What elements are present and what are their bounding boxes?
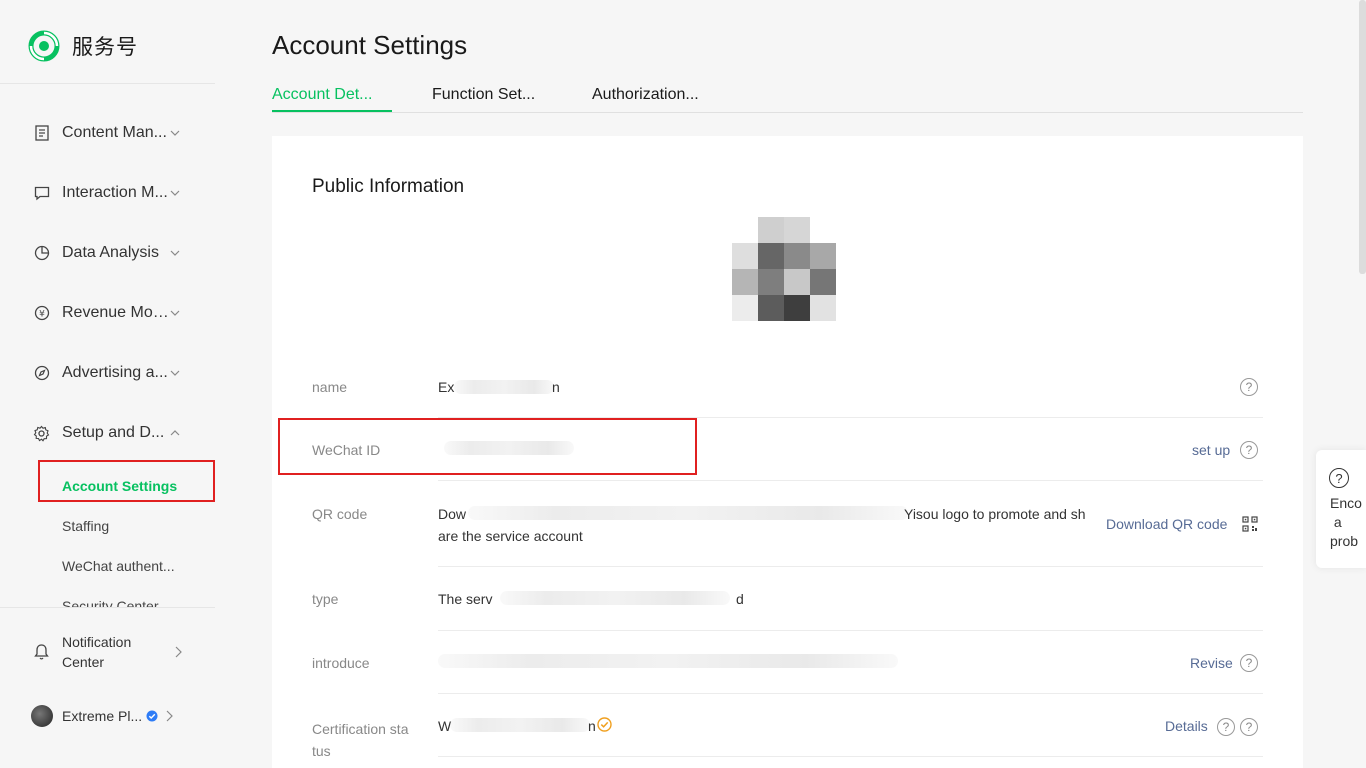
help-icon[interactable]: ? — [1240, 718, 1258, 736]
floating-help-text: Enco a prob — [1330, 495, 1362, 549]
tab-function-settings[interactable]: Function Set... — [432, 86, 535, 104]
certification-label-line2: tus — [312, 743, 331, 759]
bell-icon — [34, 644, 49, 660]
sidebar-subitem-wechat-authentication[interactable]: WeChat authent... — [62, 558, 175, 574]
sidebar-item-label: Interaction M... — [62, 184, 168, 201]
help-icon[interactable]: ? — [1240, 654, 1258, 672]
sidebar-item-interaction-management[interactable]: Interaction M... — [33, 181, 193, 205]
sidebar-item-revenue-monetization[interactable]: ¥ Revenue Mon... — [33, 301, 193, 325]
chevron-down-icon — [170, 250, 180, 256]
chevron-down-icon — [170, 190, 180, 196]
name-value-start: Ex — [438, 379, 455, 395]
qr-code-value-mid: Yisou logo to promote and sh — [904, 506, 1086, 522]
redacted-text — [500, 591, 730, 605]
qr-code-value-line2: are the service account — [438, 528, 583, 544]
svg-text:¥: ¥ — [39, 310, 45, 320]
notification-label-line2: Center — [62, 654, 105, 670]
set-up-link[interactable]: set up — [1192, 442, 1230, 458]
tab-account-details[interactable]: Account Det... — [272, 86, 373, 104]
verified-badge-icon — [146, 710, 158, 722]
divider — [438, 693, 1263, 694]
notification-label-line1: Notification — [62, 634, 132, 650]
name-value-end: n — [552, 379, 560, 395]
scrollbar[interactable] — [1359, 0, 1366, 274]
qr-code-label: QR code — [312, 506, 368, 522]
certification-label-line1: Certification sta — [312, 721, 409, 737]
brand-name: 服务号 — [72, 36, 138, 59]
account-avatar-image[interactable] — [732, 217, 836, 322]
compass-icon — [33, 365, 50, 382]
sidebar-item-setup[interactable]: Setup and D... — [33, 421, 193, 445]
account-menu[interactable]: Extreme Pl... — [31, 704, 191, 728]
download-qr-code-link[interactable]: Download QR code — [1106, 516, 1227, 532]
sidebar-item-content-management[interactable]: Content Man... — [33, 121, 193, 145]
divider — [0, 83, 215, 84]
notification-center[interactable]: Notification Center — [33, 632, 193, 672]
account-name: Extreme Pl... — [62, 708, 143, 724]
chat-icon — [33, 185, 50, 202]
type-value-end: d — [736, 591, 744, 607]
divider — [0, 607, 215, 608]
sidebar-item-label: Data Analysis — [62, 244, 159, 261]
sidebar-subitem-staffing[interactable]: Staffing — [62, 518, 109, 534]
sidebar-item-advertising[interactable]: Advertising a... — [33, 361, 193, 385]
highlight-box — [38, 460, 215, 502]
help-icon[interactable]: ? — [1217, 718, 1235, 736]
certified-badge-icon — [597, 717, 612, 732]
sidebar: 服务号 Content Man... Interaction M... Data… — [0, 0, 228, 768]
tab-authorization[interactable]: Authorization... — [592, 86, 699, 104]
type-value-start: The serv — [438, 591, 493, 607]
name-label: name — [312, 379, 348, 395]
highlight-box — [278, 418, 697, 475]
qr-code-value-start: Dow — [438, 506, 467, 522]
tab-active-indicator — [272, 110, 392, 112]
redacted-text — [438, 654, 898, 668]
section-title: Public Information — [312, 176, 465, 197]
yen-icon: ¥ — [33, 305, 50, 322]
gear-icon — [33, 425, 50, 442]
redacted-text — [450, 718, 590, 732]
tab-bar: Account Det... Function Set... Authoriza… — [272, 84, 1303, 113]
redacted-text — [468, 506, 908, 520]
divider — [438, 630, 1263, 631]
brand-logo-icon — [28, 30, 60, 62]
certification-value-end: n — [588, 718, 596, 734]
divider — [438, 480, 1263, 481]
type-label: type — [312, 591, 339, 607]
sidebar-item-label: Setup and D... — [62, 424, 165, 441]
document-icon — [33, 125, 50, 142]
divider — [438, 756, 1263, 757]
qr-code-icon[interactable] — [1242, 516, 1258, 532]
pie-chart-icon — [33, 245, 50, 262]
question-icon: ? — [1329, 468, 1349, 488]
chevron-right-icon — [166, 710, 173, 722]
revise-link[interactable]: Revise — [1190, 655, 1233, 671]
details-link[interactable]: Details — [1165, 718, 1208, 734]
sidebar-item-label: Advertising a... — [62, 364, 168, 381]
floating-help-panel[interactable]: ? Enco a prob — [1316, 450, 1366, 568]
chevron-right-icon — [175, 646, 182, 658]
chevron-down-icon — [170, 370, 180, 376]
sidebar-item-label: Revenue Mon... — [62, 304, 174, 321]
sidebar-item-data-analysis[interactable]: Data Analysis — [33, 241, 193, 265]
avatar — [31, 705, 53, 727]
help-icon[interactable]: ? — [1240, 378, 1258, 396]
introduce-label: introduce — [312, 655, 370, 671]
sidebar-item-label: Content Man... — [62, 124, 167, 141]
certification-status-label: Certification sta tus — [312, 718, 408, 762]
notification-label: Notification Center — [62, 632, 131, 672]
chevron-down-icon — [170, 310, 180, 316]
help-icon[interactable]: ? — [1240, 441, 1258, 459]
chevron-up-icon — [170, 430, 180, 436]
chevron-down-icon — [170, 130, 180, 136]
brand[interactable]: 服务号 — [28, 30, 138, 62]
page-title: Account Settings — [272, 30, 468, 60]
redacted-text — [454, 380, 554, 394]
divider — [438, 566, 1263, 567]
